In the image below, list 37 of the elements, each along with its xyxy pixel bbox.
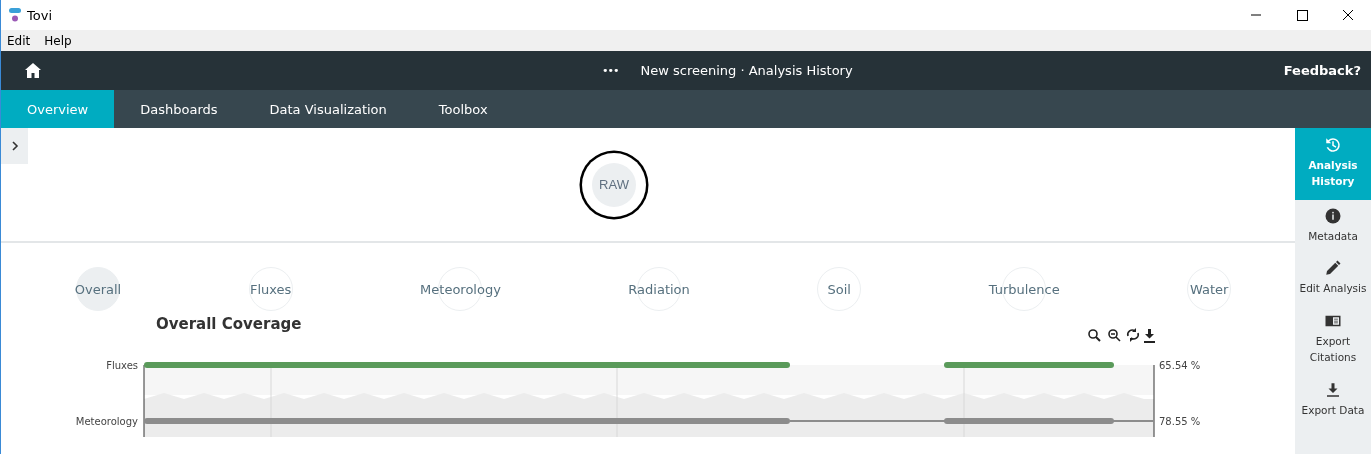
row-label: Fluxes: [106, 360, 138, 371]
chevron-right-icon: [10, 141, 19, 151]
expand-panel-button[interactable]: [1, 128, 28, 164]
category-button[interactable]: Overall: [74, 267, 122, 311]
info-icon: [1324, 206, 1342, 225]
row-label: Meteorology: [75, 416, 138, 427]
zoom-in-icon[interactable]: [1088, 329, 1101, 342]
download-icon[interactable]: [1144, 329, 1155, 343]
nav-tab[interactable]: Data Visualization: [243, 90, 413, 128]
download-icon: [1324, 380, 1342, 399]
category-button[interactable]: Meteorology: [420, 267, 501, 311]
coverage-percent: 78.55 %: [1159, 416, 1201, 427]
feedback-link[interactable]: Feedback?: [1283, 63, 1361, 78]
category-button[interactable]: Water: [1187, 267, 1232, 311]
category-button[interactable]: Turbulence: [988, 267, 1060, 311]
home-icon[interactable]: [25, 63, 41, 78]
app-logo-icon: [9, 8, 21, 22]
category-button[interactable]: Soil: [817, 267, 862, 311]
sidebar-item[interactable]: Edit Analysis: [1295, 252, 1371, 305]
menu-item[interactable]: Help: [44, 33, 72, 48]
category-button[interactable]: Fluxes: [248, 267, 293, 311]
sidebar-item[interactable]: Export Data: [1295, 373, 1371, 427]
history-icon: [1324, 136, 1342, 154]
page-title: New screening · Analysis History: [640, 63, 853, 78]
category-button[interactable]: Radiation: [628, 267, 690, 311]
reset-icon[interactable]: [1127, 328, 1139, 342]
sidebar-item[interactable]: Export Citations: [1295, 305, 1371, 374]
pencil-icon: [1324, 259, 1342, 278]
menu-item[interactable]: Edit: [7, 33, 31, 48]
nav-tab[interactable]: Dashboards: [114, 90, 244, 128]
coverage-percent: 65.54 %: [1159, 360, 1201, 371]
chart-title: Overall Coverage: [156, 315, 302, 333]
window-title: Tovi: [27, 7, 52, 23]
more-icon[interactable]: •••: [602, 64, 619, 77]
sidebar-item[interactable]: Metadata: [1295, 199, 1371, 253]
nav-tab[interactable]: Toolbox: [412, 90, 514, 128]
zoom-out-icon[interactable]: [1108, 329, 1121, 342]
